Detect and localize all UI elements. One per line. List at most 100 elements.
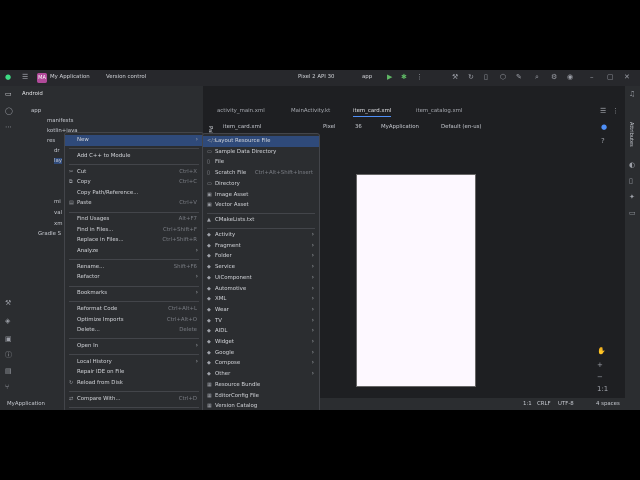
git-tool-icon[interactable]: ⑂ xyxy=(5,384,9,391)
locale-selector[interactable]: Default (en-us) xyxy=(441,124,482,130)
main-menu-icon[interactable]: ☰ xyxy=(22,74,28,81)
logcat-tool-icon[interactable]: ▤ xyxy=(5,368,12,375)
line-separator[interactable]: CRLF xyxy=(537,401,551,407)
run-icon[interactable]: ▶ xyxy=(387,74,392,81)
tab-item-catalog[interactable]: item_catalog.xml xyxy=(416,108,462,114)
submenu-item-other[interactable]: ◆ Other › xyxy=(203,369,319,380)
menu-item-copy-path-reference[interactable]: Copy Path/Reference... xyxy=(65,188,203,199)
submenu-item-xml[interactable]: ◆ XML › xyxy=(203,294,319,305)
menu-item-open-in[interactable]: Open In › xyxy=(65,341,203,352)
menu-item-rename[interactable]: Rename... Shift+F6 xyxy=(65,262,203,273)
submenu-item-google[interactable]: ◆ Google › xyxy=(203,348,319,359)
submenu-item-tv[interactable]: ◆ TV › xyxy=(203,316,319,327)
problems-tool-icon[interactable]: ⓘ xyxy=(5,352,12,359)
menu-item-bookmarks[interactable]: Bookmarks › xyxy=(65,288,203,299)
pan-icon[interactable]: ✋ xyxy=(597,348,606,355)
minimize-icon[interactable]: – xyxy=(590,74,594,81)
submenu-item-file[interactable]: ▯ File xyxy=(203,157,319,168)
tab-item-card[interactable]: item_card.xml xyxy=(353,108,392,117)
menu-item-cut[interactable]: ✂ Cut Ctrl+X xyxy=(65,167,203,178)
tree-item-xml[interactable]: xm xyxy=(54,221,62,227)
submenu-item-vector-asset[interactable]: ▣ Vector Asset xyxy=(203,200,319,211)
gemini-icon[interactable]: ✦ xyxy=(629,194,635,201)
submenu-item-version-catalog[interactable]: ▦ Version Catalog xyxy=(203,401,319,410)
menu-item-compare-with[interactable]: ⇄ Compare With... Ctrl+D xyxy=(65,394,203,405)
menu-item-paste[interactable]: ▤ Paste Ctrl+V xyxy=(65,198,203,209)
menu-item-analyze[interactable]: Analyze › xyxy=(65,246,203,257)
tool-icon[interactable]: ⚒ xyxy=(452,74,458,81)
submenu-item-wear[interactable]: ◆ Wear › xyxy=(203,305,319,316)
tree-item-layout[interactable]: lay xyxy=(54,158,62,164)
caret-position[interactable]: 1:1 xyxy=(523,401,532,407)
menu-item-reload-from-disk[interactable]: ↻ Reload from Disk xyxy=(65,378,203,389)
submenu-item-folder[interactable]: ◆ Folder › xyxy=(203,251,319,262)
maximize-icon[interactable]: ▢ xyxy=(607,74,614,81)
menu-item-add-c-to-module[interactable]: Add C++ to Module xyxy=(65,151,203,162)
commit-tool-icon[interactable]: ◯ xyxy=(5,108,13,115)
submenu-item-activity[interactable]: ◆ Activity › xyxy=(203,230,319,241)
zoom-in-icon[interactable]: + xyxy=(597,362,603,369)
terminal-tool-icon[interactable]: ▣ xyxy=(5,336,12,343)
notifications-icon[interactable]: ♫ xyxy=(629,91,635,98)
menu-item-copy[interactable]: ⧉ Copy Ctrl+C xyxy=(65,177,203,188)
tree-item-mipmap[interactable]: mi xyxy=(54,199,61,205)
project-tool-icon[interactable]: ▭ xyxy=(5,91,12,98)
submenu-item-compose[interactable]: ◆ Compose › xyxy=(203,358,319,369)
menu-item-find-usages[interactable]: Find Usages Alt+F7 xyxy=(65,214,203,225)
submenu-item-resource-bundle[interactable]: ▦ Resource Bundle xyxy=(203,380,319,391)
tree-item-app[interactable]: app xyxy=(31,108,41,114)
menu-item-find-in-files[interactable]: Find in Files... Ctrl+Shift+F xyxy=(65,225,203,236)
menu-item-new[interactable]: New › xyxy=(65,135,203,146)
tab-list-icon[interactable]: ☰ xyxy=(600,108,606,115)
attributes-label[interactable]: Attributes xyxy=(628,122,634,147)
submenu-item-automotive[interactable]: ◆ Automotive › xyxy=(203,284,319,295)
sdk-icon[interactable]: ⬡ xyxy=(500,74,506,81)
menu-item-delete[interactable]: Delete... Delete xyxy=(65,325,203,336)
status-breadcrumb[interactable]: MyApplication xyxy=(7,401,45,407)
device-manager-icon[interactable]: ▯ xyxy=(484,74,488,81)
tab-activity-main[interactable]: activity_main.xml xyxy=(217,108,265,114)
tree-item-drawable[interactable]: dr xyxy=(54,148,60,154)
zoom-reset-icon[interactable]: 1:1 xyxy=(597,386,608,393)
close-icon[interactable]: ✕ xyxy=(624,74,630,81)
gradle-tool-icon[interactable]: ◈ xyxy=(5,318,10,325)
menu-item-reformat-code[interactable]: Reformat Code Ctrl+Alt+L xyxy=(65,304,203,315)
menu-item-repair-ide-on-file[interactable]: Repair IDE on File xyxy=(65,367,203,378)
tab-more-icon[interactable]: ⋮ xyxy=(612,108,619,115)
theme-selector[interactable]: MyApplication xyxy=(381,124,419,130)
more-icon[interactable]: ⋮ xyxy=(416,74,423,81)
submenu-item-editorconfig-file[interactable]: ▦ EditorConfig File xyxy=(203,391,319,402)
tree-item-manifests[interactable]: manifests xyxy=(47,118,73,124)
submenu-item-scratch-file[interactable]: ▯ Scratch File Ctrl+Alt+Shift+Insert xyxy=(203,168,319,179)
submenu-item-sample-data-directory[interactable]: ▭ Sample Data Directory xyxy=(203,147,319,158)
project-selector[interactable]: My Application xyxy=(50,74,90,80)
profiler-icon[interactable]: ✎ xyxy=(516,74,522,81)
submenu-item-image-asset[interactable]: ▣ Image Asset xyxy=(203,190,319,201)
more-tools-icon[interactable]: ⋯ xyxy=(5,124,12,131)
submenu-item-widget[interactable]: ◆ Widget › xyxy=(203,337,319,348)
file-encoding[interactable]: UTF-8 xyxy=(558,401,574,407)
submenu-item-fragment[interactable]: ◆ Fragment › xyxy=(203,241,319,252)
running-devices-icon[interactable]: ▭ xyxy=(629,210,636,217)
submenu-item-uicomponent[interactable]: ◆ UiComponent › xyxy=(203,273,319,284)
gradle-icon[interactable]: ◐ xyxy=(629,162,635,169)
device-manager-side-icon[interactable]: ▯ xyxy=(629,178,633,185)
sync-icon[interactable]: ↻ xyxy=(468,74,474,81)
submenu-item-service[interactable]: ◆ Service › xyxy=(203,262,319,273)
zoom-out-icon[interactable]: − xyxy=(597,374,603,381)
account-icon[interactable]: ◉ xyxy=(567,74,573,81)
tree-item-res[interactable]: res xyxy=(47,138,55,144)
menu-item-replace-in-files[interactable]: Replace in Files... Ctrl+Shift+R xyxy=(65,235,203,246)
api-selector[interactable]: 36 xyxy=(355,124,362,130)
help-icon[interactable]: ? xyxy=(601,138,605,145)
tab-main-activity[interactable]: MainActivity.kt xyxy=(291,108,330,114)
run-config-selector[interactable]: app xyxy=(362,74,372,80)
submenu-item-cmakelists-txt[interactable]: ▲ CMakeLists.txt xyxy=(203,215,319,226)
tree-item-values[interactable]: val xyxy=(54,210,62,216)
info-icon[interactable]: ● xyxy=(601,124,607,131)
indent-setting[interactable]: 4 spaces xyxy=(596,401,620,407)
submenu-item-directory[interactable]: ▭ Directory xyxy=(203,179,319,190)
search-icon[interactable]: ⌕ xyxy=(535,74,539,81)
build-tool-icon[interactable]: ⚒ xyxy=(5,300,11,307)
menu-item-optimize-imports[interactable]: Optimize Imports Ctrl+Alt+O xyxy=(65,315,203,326)
